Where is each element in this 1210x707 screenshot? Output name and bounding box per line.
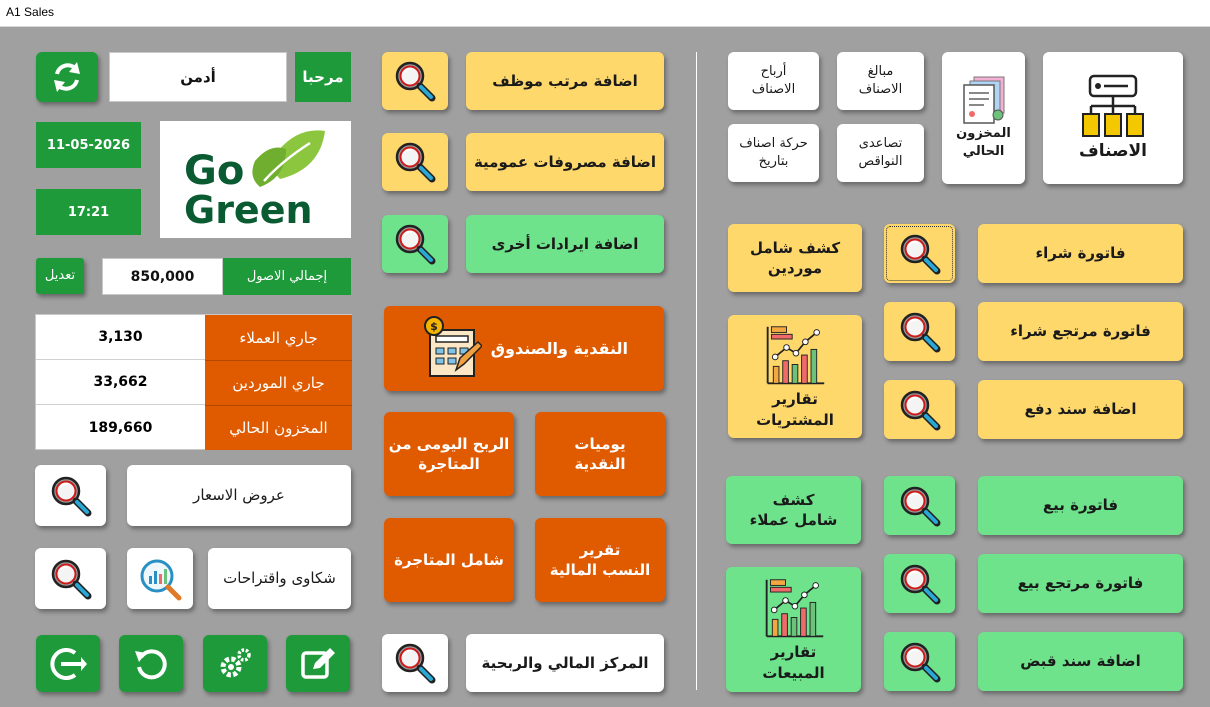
welcome-label: مرحبا [295, 52, 351, 102]
customers-balance-value: 3,130 [36, 315, 205, 360]
purchase-invoice-button[interactable]: فاتورة شراء [978, 224, 1183, 283]
logo-text-green: Green [184, 188, 313, 232]
cash-box-button[interactable]: النقدية والصندوق $ [384, 306, 664, 391]
sales-invoice-search-button[interactable] [884, 476, 955, 535]
sales-reports-label: تقارير المبيعات [762, 643, 825, 682]
items-profits-button[interactable]: أرباح الاصناف [728, 52, 819, 110]
complaints-button[interactable]: شكاوى واقتراحات [208, 548, 351, 609]
search-icon [393, 59, 437, 103]
customers-balance-label: جاري العملاء [205, 315, 352, 360]
logo-text-go: Go [184, 148, 245, 194]
logout-icon [50, 647, 87, 680]
suppliers-balance-label: جاري الموردين [205, 360, 352, 405]
total-trading-button[interactable]: شامل المتاجرة [384, 518, 514, 602]
items-movement-button[interactable]: حركة اصناف بتاريخ [728, 124, 819, 182]
search-icon [49, 557, 93, 601]
search-icon [393, 222, 437, 266]
purchases-reports-button[interactable]: تقارير المشتريات [728, 315, 862, 438]
settings-button[interactable] [203, 635, 267, 692]
restore-icon [135, 648, 167, 679]
add-expenses-button[interactable]: اضافة مصروفات عمومية [466, 133, 664, 191]
cash-box-label: النقدية والصندوق [490, 338, 628, 358]
search-icon [898, 310, 942, 354]
search-icon [898, 640, 942, 684]
revenues-search-button[interactable] [382, 215, 448, 273]
expenses-search-button[interactable] [382, 133, 448, 191]
payment-voucher-search-button[interactable] [884, 380, 955, 439]
user-name-field: أدمن [109, 52, 287, 102]
daily-profit-button[interactable]: الربح اليومى من المتاجرة [384, 412, 514, 496]
column-divider [696, 52, 697, 690]
receipt-voucher-button[interactable]: اضافة سند قبض [978, 632, 1183, 691]
current-stock-label: المخزون الحالي [956, 126, 1011, 159]
analytics-button[interactable] [127, 548, 193, 609]
sales-reports-button[interactable]: تقارير المبيعات [726, 567, 861, 692]
search-icon [393, 140, 437, 184]
purchase-return-search-button[interactable] [884, 302, 955, 361]
analytics-search-icon [140, 559, 182, 600]
price-offers-search-button[interactable] [35, 465, 106, 526]
current-stock-button[interactable]: المخزون الحالي [942, 52, 1025, 184]
search-icon [898, 232, 942, 276]
search-icon [898, 388, 942, 432]
receipt-voucher-search-button[interactable] [884, 632, 955, 691]
logout-button[interactable] [36, 635, 100, 692]
stock-balance-value: 189,660 [88, 419, 153, 436]
add-revenues-button[interactable]: اضافة ايرادات أخرى [466, 215, 664, 273]
search-icon [898, 562, 942, 606]
edit-records-button[interactable] [286, 635, 350, 692]
cash-register-icon: $ [424, 316, 482, 377]
title-bar: A1 Sales [0, 0, 1210, 27]
total-assets-label: إجمالي الاصول [223, 258, 351, 295]
cash-daily-button[interactable]: يوميات النقدية [535, 412, 665, 496]
add-salary-button[interactable]: اضافة مرتب موظف [466, 52, 664, 110]
purchases-reports-label: تقارير المشتريات [756, 390, 834, 429]
financial-position-search-button[interactable] [382, 634, 448, 692]
restore-button[interactable] [119, 635, 183, 692]
search-icon [49, 474, 93, 518]
suppliers-balance-value: 33,662 [36, 360, 205, 405]
window-title: A1 Sales [6, 5, 55, 19]
financial-ratios-button[interactable]: تقرير النسب المالية [535, 518, 665, 602]
documents-icon [962, 76, 1004, 125]
sales-return-search-button[interactable] [884, 554, 955, 613]
purchase-invoice-search-button[interactable] [884, 224, 955, 283]
bar-chart-icon [761, 576, 827, 642]
financial-position-button[interactable]: المركز المالي والربحية [466, 634, 664, 692]
gear-icon [220, 647, 251, 677]
shortages-button[interactable]: تصاعدى النواقص [837, 124, 924, 182]
sales-invoice-button[interactable]: فاتورة بيع [978, 476, 1183, 535]
balances-table: 3,130 جاري العملاء 33,662 جاري الموردين … [35, 314, 352, 450]
svg-text:$: $ [430, 320, 438, 333]
search-icon [898, 484, 942, 528]
items-label: الاصناف [1079, 140, 1147, 161]
edit-icon [301, 647, 335, 679]
refresh-icon [54, 62, 80, 92]
bar-chart-icon [762, 323, 828, 389]
purchase-return-button[interactable]: فاتورة مرتجع شراء [978, 302, 1183, 361]
suppliers-statement-button[interactable]: كشف شامل موردين [728, 224, 862, 292]
date-display: 11-05-2026 [36, 122, 141, 168]
items-amounts-button[interactable]: مبالغ الاصناف [837, 52, 924, 110]
payment-voucher-button[interactable]: اضافة سند دفع [978, 380, 1183, 439]
sales-return-button[interactable]: فاتورة مرتجع بيع [978, 554, 1183, 613]
company-logo: Go Green [160, 121, 351, 238]
stock-balance-label: المخزون الحالي [205, 405, 352, 450]
complaints-search-button[interactable] [35, 548, 106, 609]
salary-search-button[interactable] [382, 52, 448, 110]
items-hierarchy-icon [1082, 74, 1144, 137]
edit-button[interactable]: تعديل [36, 258, 84, 294]
customers-statement-button[interactable]: كشف شامل عملاء [726, 476, 861, 544]
items-button[interactable]: الاصناف [1043, 52, 1183, 184]
total-assets-value: 850,000 [102, 258, 223, 295]
search-icon [393, 641, 437, 685]
price-offers-button[interactable]: عروض الاسعار [127, 465, 351, 526]
refresh-button[interactable] [36, 52, 98, 102]
time-display: 17:21 [36, 189, 141, 235]
